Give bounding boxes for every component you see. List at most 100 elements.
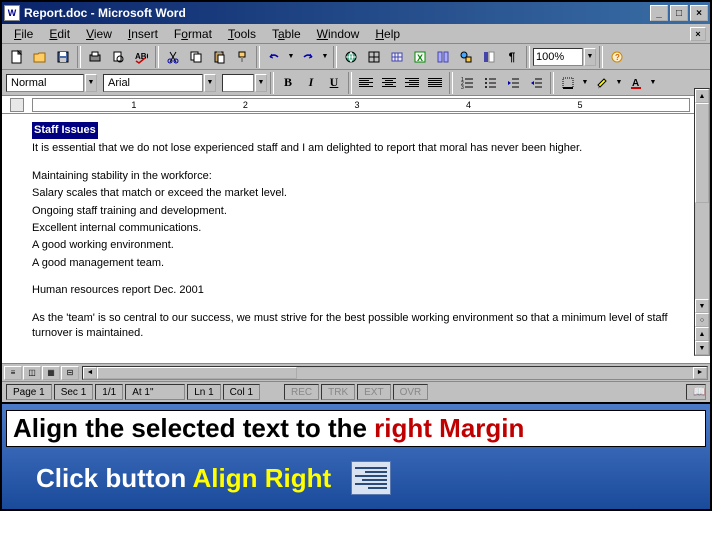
menu-format[interactable]: Format: [166, 25, 220, 43]
paragraph-4[interactable]: Ongoing staff training and development.: [32, 204, 680, 219]
font-selector[interactable]: Arial: [103, 74, 203, 92]
bullet-list-button[interactable]: [479, 72, 501, 94]
menu-bar: File Edit View Insert Format Tools Table…: [2, 24, 710, 44]
next-page-icon[interactable]: ▼: [695, 341, 709, 355]
horizontal-scrollbar[interactable]: ◄ ►: [82, 366, 708, 380]
instruction-sub-text: Click button: [36, 463, 192, 493]
align-center-button[interactable]: [378, 72, 400, 94]
zoom-input[interactable]: 100%: [533, 48, 583, 66]
size-dropdown-icon[interactable]: ▼: [255, 74, 267, 92]
horizontal-ruler[interactable]: 1 2 3 4 5: [2, 96, 710, 114]
close-document-button[interactable]: ×: [690, 27, 706, 41]
save-icon[interactable]: [52, 46, 74, 68]
drawing-icon[interactable]: [455, 46, 477, 68]
redo-dropdown-icon[interactable]: ▼: [320, 46, 330, 68]
decrease-indent-button[interactable]: [502, 72, 524, 94]
undo-icon[interactable]: [263, 46, 285, 68]
menu-view[interactable]: View: [78, 25, 120, 43]
redo-icon[interactable]: [297, 46, 319, 68]
ruler-scale[interactable]: 1 2 3 4 5: [32, 98, 690, 112]
show-hide-icon[interactable]: ¶: [501, 46, 523, 68]
columns-icon[interactable]: [432, 46, 454, 68]
paragraph-2[interactable]: Maintaining stability in the workforce:: [32, 169, 680, 184]
status-trk[interactable]: TRK: [321, 384, 355, 400]
excel-icon[interactable]: X: [409, 46, 431, 68]
highlight-button[interactable]: [591, 72, 613, 94]
align-justify-button[interactable]: [424, 72, 446, 94]
vertical-scroll-thumb[interactable]: [695, 103, 709, 203]
status-rec[interactable]: REC: [284, 384, 319, 400]
tab-selector-icon[interactable]: [10, 98, 24, 112]
selected-heading[interactable]: Staff Issues: [32, 122, 98, 139]
undo-dropdown-icon[interactable]: ▼: [286, 46, 296, 68]
paragraph-5[interactable]: Excellent internal communications.: [32, 221, 680, 236]
scroll-down-arrow-icon[interactable]: ▼: [695, 299, 709, 313]
paragraph-6[interactable]: A good working environment.: [32, 238, 680, 253]
outline-view-button[interactable]: ⊟: [61, 366, 79, 380]
menu-file[interactable]: File: [6, 25, 41, 43]
maximize-button[interactable]: □: [670, 5, 688, 21]
menu-window[interactable]: Window: [309, 25, 368, 43]
align-right-button[interactable]: [401, 72, 423, 94]
scroll-right-arrow-icon[interactable]: ►: [693, 367, 707, 379]
format-painter-icon[interactable]: [231, 46, 253, 68]
tables-borders-icon[interactable]: [363, 46, 385, 68]
borders-button[interactable]: [557, 72, 579, 94]
paste-icon[interactable]: [208, 46, 230, 68]
vertical-scrollbar[interactable]: ▲ ▼ ○ ▲ ▼: [694, 88, 710, 356]
paragraph-1[interactable]: It is essential that we do not lose expe…: [32, 141, 680, 156]
spellcheck-icon[interactable]: ABC: [130, 46, 152, 68]
ruler-mark-1: 1: [131, 100, 136, 110]
font-size-selector[interactable]: [222, 74, 254, 92]
menu-table[interactable]: Table: [264, 25, 309, 43]
document-map-icon[interactable]: [478, 46, 500, 68]
italic-button[interactable]: I: [300, 72, 322, 94]
style-dropdown-icon[interactable]: ▼: [85, 74, 97, 92]
browse-object-icon[interactable]: ○: [695, 313, 709, 327]
help-icon[interactable]: ?: [606, 46, 628, 68]
menu-help[interactable]: Help: [367, 25, 408, 43]
zoom-dropdown-icon[interactable]: ▼: [584, 48, 596, 66]
bold-button[interactable]: B: [277, 72, 299, 94]
numbered-list-button[interactable]: 123: [456, 72, 478, 94]
minimize-button[interactable]: _: [650, 5, 668, 21]
normal-view-button[interactable]: ≡: [4, 366, 22, 380]
scroll-up-arrow-icon[interactable]: ▲: [695, 89, 709, 103]
scroll-left-arrow-icon[interactable]: ◄: [83, 367, 97, 379]
status-page: Page 1: [6, 384, 52, 400]
new-doc-icon[interactable]: [6, 46, 28, 68]
status-book-icon[interactable]: 📖: [686, 384, 706, 400]
align-left-button[interactable]: [355, 72, 377, 94]
underline-button[interactable]: U: [323, 72, 345, 94]
insert-table-icon[interactable]: [386, 46, 408, 68]
paragraph-3[interactable]: Salary scales that match or exceed the m…: [32, 186, 680, 201]
menu-tools[interactable]: Tools: [220, 25, 264, 43]
paragraph-9[interactable]: As the 'team' is so central to our succe…: [32, 311, 680, 342]
font-color-dropdown-icon[interactable]: ▼: [648, 72, 658, 94]
status-ovr[interactable]: OVR: [393, 384, 429, 400]
hyperlink-icon[interactable]: [340, 46, 362, 68]
paragraph-8[interactable]: Human resources report Dec. 2001: [32, 283, 680, 298]
horizontal-scroll-thumb[interactable]: [97, 367, 297, 379]
paragraph-7[interactable]: A good management team.: [32, 256, 680, 271]
status-section: Sec 1: [54, 384, 94, 400]
menu-edit[interactable]: Edit: [41, 25, 78, 43]
prev-page-icon[interactable]: ▲: [695, 327, 709, 341]
font-color-button[interactable]: A: [625, 72, 647, 94]
print-layout-view-button[interactable]: ▦: [42, 366, 60, 380]
status-ext[interactable]: EXT: [357, 384, 390, 400]
increase-indent-button[interactable]: [525, 72, 547, 94]
menu-insert[interactable]: Insert: [120, 25, 166, 43]
web-layout-view-button[interactable]: ◫: [23, 366, 41, 380]
highlight-dropdown-icon[interactable]: ▼: [614, 72, 624, 94]
close-button[interactable]: ×: [690, 5, 708, 21]
copy-icon[interactable]: [185, 46, 207, 68]
document-area[interactable]: Staff Issues It is essential that we do …: [2, 114, 710, 364]
print-preview-icon[interactable]: [107, 46, 129, 68]
cut-icon[interactable]: [162, 46, 184, 68]
style-selector[interactable]: Normal: [6, 74, 84, 92]
borders-dropdown-icon[interactable]: ▼: [580, 72, 590, 94]
open-icon[interactable]: [29, 46, 51, 68]
print-icon[interactable]: [84, 46, 106, 68]
font-dropdown-icon[interactable]: ▼: [204, 74, 216, 92]
